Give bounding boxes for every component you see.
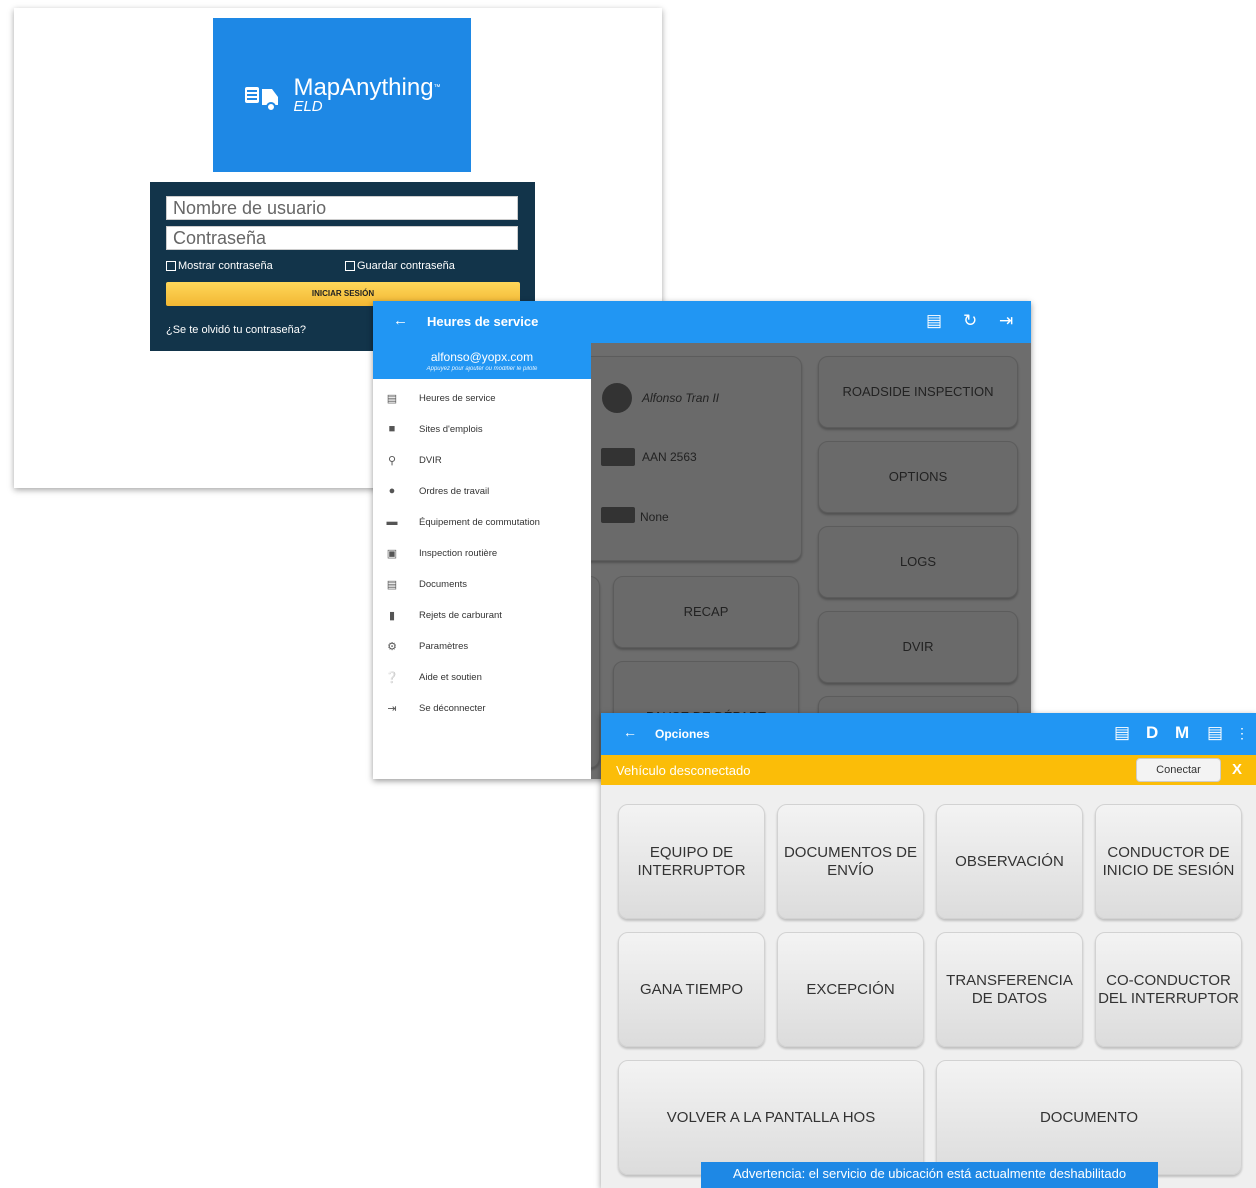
opciones-title: Opciones xyxy=(655,727,710,741)
drawer-item-label: Inspection routière xyxy=(419,547,498,559)
opciones-toolbar: ← Opciones ▤ D M ▤ ⋮ xyxy=(601,713,1256,755)
logout-icon[interactable]: ⇥ xyxy=(999,311,1013,331)
drawer-header[interactable]: alfonso@yopx.com Appuyez pour ajouter ou… xyxy=(373,343,591,379)
connect-button[interactable]: Conectar xyxy=(1136,758,1221,782)
document-button[interactable]: DOCUMENTO xyxy=(936,1060,1242,1175)
truck-icon xyxy=(601,448,635,466)
drawer-item-settings[interactable]: ⚙ Paramètres xyxy=(373,635,591,657)
recap-button[interactable]: RECAP xyxy=(613,576,799,648)
gain-time-button[interactable]: GANA TIEMPO xyxy=(618,932,765,1047)
gear-icon: ⚙ xyxy=(387,640,397,653)
show-password-label: Mostrar contraseña xyxy=(178,260,273,272)
avatar-icon xyxy=(602,383,632,413)
drawer-item-label: Ordres de travail xyxy=(419,485,490,497)
drawer-item-help[interactable]: ❔ Aide et soutien xyxy=(373,666,591,688)
truck-logo-icon xyxy=(245,87,279,112)
navigation-drawer: alfonso@yopx.com Appuyez pour ajouter ou… xyxy=(373,343,591,779)
refresh-icon[interactable]: ↻ xyxy=(963,311,977,331)
username-input[interactable]: Nombre de usuario xyxy=(166,196,518,220)
logo-brand-text: MapAnything™ xyxy=(293,74,441,101)
data-transfer-button[interactable]: TRANSFERENCIA DE DATOS xyxy=(936,932,1083,1047)
person-icon: ● xyxy=(388,485,396,497)
drawer-item-dvir[interactable]: ⚲ DVIR xyxy=(373,449,591,471)
logs-button[interactable]: LOGS xyxy=(818,526,1018,598)
drawer-subtitle: Appuyez pour ajouter ou modifier le pilo… xyxy=(426,366,538,372)
drawer-item-label: Équipement de commutation xyxy=(419,516,540,528)
back-to-hos-button[interactable]: VOLVER A LA PANTALLA HOS xyxy=(618,1060,924,1175)
eld-device-icon[interactable]: ▤ xyxy=(926,311,942,331)
drawer-item-label: Documents xyxy=(419,578,468,590)
hos-screen: ← Heures de service ▤ ↻ ⇥ Alfonso Tran I… xyxy=(373,301,1031,779)
drawer-item-fuel-receipts[interactable]: ▮ Rejets de carburant xyxy=(373,604,591,626)
opciones-screen: ← Opciones ▤ D M ▤ ⋮ Vehículo desconecta… xyxy=(601,713,1256,1188)
close-status-button[interactable]: X xyxy=(1232,761,1242,778)
save-password-label: Guardar contraseña xyxy=(357,260,455,272)
fuel-icon: ▮ xyxy=(388,609,396,622)
exception-button[interactable]: EXCEPCIÓN xyxy=(777,932,924,1047)
logo-sub-text: ELD xyxy=(293,98,323,115)
save-password-checkbox[interactable]: Guardar contraseña xyxy=(345,260,455,272)
logout-icon: ⇥ xyxy=(387,702,397,715)
switch-equipment-button[interactable]: EQUIPO DE INTERRUPTOR xyxy=(618,804,765,919)
back-arrow-icon[interactable]: ← xyxy=(623,724,637,740)
inspection-icon: ▣ xyxy=(386,547,398,560)
driver-name: Alfonso Tran II xyxy=(642,391,720,405)
options-button[interactable]: OPTIONS xyxy=(818,441,1018,513)
checkbox-icon xyxy=(345,261,355,271)
login-driver-button[interactable]: CONDUCTOR DE INICIO DE SESIÓN xyxy=(1095,804,1242,919)
show-password-checkbox[interactable]: Mostrar contraseña xyxy=(166,260,273,272)
forgot-password-link[interactable]: ¿Se te olvidó tu contraseña? xyxy=(166,324,306,336)
drawer-item-job-sites[interactable]: ■ Sites d'emplois xyxy=(373,418,591,440)
drawer-item-roadside-inspection[interactable]: ▣ Inspection routière xyxy=(373,542,591,564)
mapanything-logo: MapAnything™ ELD xyxy=(213,18,471,172)
drawer-item-logout[interactable]: ⇥ Se déconnecter xyxy=(373,697,591,719)
location-warning-toast: Advertencia: el servicio de ubicación es… xyxy=(701,1162,1158,1188)
briefcase-icon: ■ xyxy=(388,423,396,435)
drawer-item-label: Sites d'emplois xyxy=(419,423,483,435)
truck-icon: ▬ xyxy=(386,516,398,528)
drawer-item-label: Se déconnecter xyxy=(419,702,486,714)
driver-d-icon[interactable]: D xyxy=(1146,723,1158,743)
back-arrow-icon[interactable]: ← xyxy=(393,312,408,329)
search-icon: ⚲ xyxy=(387,454,397,467)
switch-co-driver-button[interactable]: CO-CONDUCTOR DEL INTERRUPTOR xyxy=(1095,932,1242,1047)
eld-device-icon[interactable]: ▤ xyxy=(1207,723,1223,743)
help-icon: ❔ xyxy=(385,671,399,684)
drawer-item-documents[interactable]: ▤ Documents xyxy=(373,573,591,595)
drawer-item-label: Heures de service xyxy=(419,392,496,404)
checkbox-icon xyxy=(166,261,176,271)
drawer-item-hours-of-service[interactable]: ▤ Heures de service xyxy=(373,387,591,409)
driver-m-icon[interactable]: M xyxy=(1175,723,1189,743)
password-input[interactable]: Contraseña xyxy=(166,226,518,250)
shipping-documents-button[interactable]: DOCUMENTOS DE ENVÍO xyxy=(777,804,924,919)
clipboard-icon: ▤ xyxy=(386,392,398,405)
observation-button[interactable]: OBSERVACIÓN xyxy=(936,804,1083,919)
vehicle-status-text: Vehículo desconectado xyxy=(616,763,751,778)
hos-toolbar: ← Heures de service ▤ ↻ ⇥ xyxy=(373,301,1031,343)
drawer-item-label: DVIR xyxy=(419,454,442,466)
driver-email: alfonso@yopx.com xyxy=(430,350,534,364)
trailer-label: None xyxy=(640,510,669,524)
trailer-icon xyxy=(601,507,635,523)
drawer-item-label: Aide et soutien xyxy=(419,671,482,683)
drawer-item-work-orders[interactable]: ● Ordres de travail xyxy=(373,480,591,502)
document-icon: ▤ xyxy=(386,578,398,591)
connection-status-bar: Vehículo desconectado Conectar X xyxy=(601,755,1256,785)
drawer-item-label: Paramètres xyxy=(419,640,469,652)
vehicle-label: AAN 2563 xyxy=(642,450,697,464)
dvir-button[interactable]: DVIR xyxy=(818,611,1018,683)
roadside-inspection-button[interactable]: ROADSIDE INSPECTION xyxy=(818,356,1018,428)
more-options-icon[interactable]: ⋮ xyxy=(1235,725,1249,742)
message-icon[interactable]: ▤ xyxy=(1114,723,1130,743)
drawer-item-switch-equipment[interactable]: ▬ Équipement de commutation xyxy=(373,511,591,533)
drawer-item-label: Rejets de carburant xyxy=(419,609,502,621)
hos-title: Heures de service xyxy=(427,314,539,329)
